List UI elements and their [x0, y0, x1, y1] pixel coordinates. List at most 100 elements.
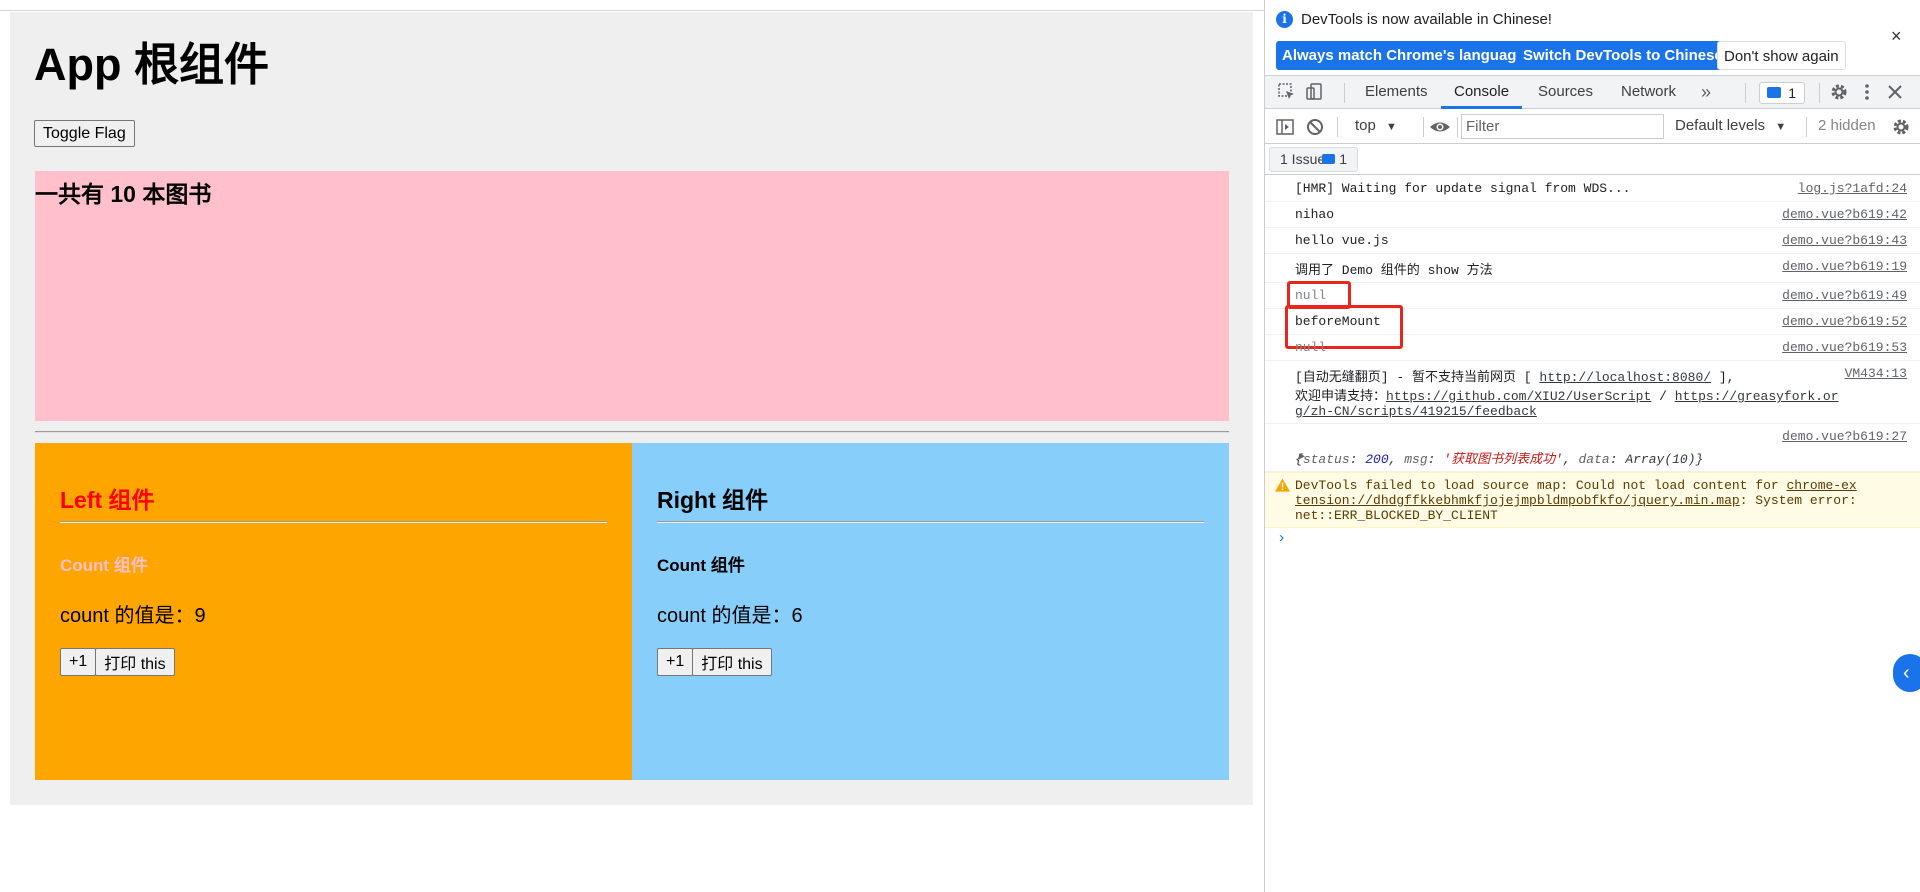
right-divider — [657, 521, 1204, 523]
greasyfork-link-continued[interactable]: g/zh-CN/scripts/419215/feedback — [1295, 404, 1537, 419]
issues-badge-count: 1 — [1788, 85, 1796, 101]
warning-prefix: DevTools failed to load source map: Coul… — [1295, 478, 1779, 493]
page-top-divider — [0, 10, 1264, 11]
link-separator: / — [1659, 389, 1667, 404]
left-count-value: count 的值是：9 — [60, 605, 206, 627]
books-box: 一共有 10 本图书 — [35, 171, 1229, 421]
issues-button-count: 1 — [1339, 151, 1348, 167]
left-plus-one-button[interactable]: +1 — [60, 648, 97, 676]
greasyfork-link[interactable]: https://greasyfork.or — [1675, 389, 1839, 404]
infobar-text: DevTools is now available in Chinese! — [1301, 11, 1552, 28]
tab-elements[interactable]: Elements — [1365, 76, 1428, 109]
live-expression-eye-icon[interactable] — [1429, 117, 1451, 142]
toolbar-separator — [1344, 83, 1345, 103]
source-link[interactable]: log.js?1afd:24 — [1798, 181, 1907, 196]
show-sidebar-icon[interactable] — [1275, 117, 1295, 142]
console-message: null demo.vue?b619:53 — [1265, 335, 1920, 361]
hidden-messages-count: 2 hidden — [1818, 117, 1876, 134]
right-plus-one-button[interactable]: +1 — [657, 648, 694, 676]
message-prefix: [自动无缝翻页] - 暂不支持当前网页 [ — [1295, 370, 1532, 385]
context-selector[interactable]: top ▼ — [1355, 117, 1397, 134]
object-key: data — [1578, 452, 1610, 467]
context-value: top — [1355, 117, 1376, 134]
source-link[interactable]: demo.vue?b619:52 — [1782, 314, 1907, 329]
console-message: hello vue.js demo.vue?b619:43 — [1265, 228, 1920, 254]
source-link[interactable]: demo.vue?b619:42 — [1782, 207, 1907, 222]
device-toolbar-icon[interactable] — [1305, 82, 1325, 107]
console-message: demo.vue?b619:27 ▶ {status: 200, msg: '获… — [1265, 424, 1920, 472]
main-divider — [35, 431, 1229, 433]
message-text-line3: g/zh-CN/scripts/419215/feedback — [1295, 404, 1920, 419]
source-link[interactable]: demo.vue?b619:27 — [1782, 429, 1907, 444]
source-link[interactable]: demo.vue?b619:49 — [1782, 288, 1907, 303]
tab-sources[interactable]: Sources — [1538, 76, 1593, 109]
console-messages: [HMR] Waiting for update signal from WDS… — [1265, 176, 1920, 552]
source-link[interactable]: demo.vue?b619:53 — [1782, 340, 1907, 355]
devtools-panel: i DevTools is now available in Chinese! … — [1264, 0, 1920, 892]
source-map-link[interactable]: chrome-ex — [1787, 478, 1857, 493]
console-message: [自动无缝翻页] - 暂不支持当前网页 [ http://localhost:8… — [1265, 361, 1920, 424]
issue-message-icon — [1322, 154, 1336, 164]
books-count-text: 一共有 10 本图书 — [35, 181, 212, 207]
source-link[interactable]: demo.vue?b619:19 — [1782, 259, 1907, 274]
issues-row: 1 Issue: 1 — [1265, 145, 1920, 175]
message-text-line2: 欢迎申请支持：https://github.com/XIU2/UserScrip… — [1295, 385, 1920, 404]
dont-show-again-button[interactable]: Don't show again — [1717, 41, 1846, 70]
issue-message-icon — [1767, 87, 1781, 98]
more-options-icon[interactable] — [1857, 82, 1877, 107]
message-line2-prefix: 欢迎申请支持： — [1295, 389, 1387, 404]
app-root: App 根组件 Toggle Flag 一共有 10 本图书 Left 组件 C… — [10, 12, 1253, 805]
tab-network[interactable]: Network — [1621, 76, 1676, 109]
close-icon[interactable]: × — [1891, 26, 1902, 46]
expand-triangle-icon[interactable]: ▶ — [1299, 451, 1305, 463]
settings-gear-icon[interactable] — [1829, 82, 1849, 107]
github-link[interactable]: https://github.com/XIU2/UserScript — [1386, 389, 1651, 404]
always-match-language-button[interactable]: Always match Chrome's language — [1276, 41, 1531, 70]
info-icon: i — [1276, 11, 1293, 28]
dropdown-arrow-icon: ▼ — [1386, 121, 1397, 133]
localhost-link[interactable]: http://localhost:8080/ — [1539, 370, 1711, 385]
close-devtools-icon[interactable] — [1885, 82, 1905, 107]
language-infobar: i DevTools is now available in Chinese! … — [1265, 0, 1920, 76]
inspect-element-icon[interactable] — [1277, 82, 1297, 107]
console-prompt[interactable]: › — [1265, 528, 1920, 552]
object-value: 200 — [1365, 452, 1389, 467]
collapse-sidebar-icon[interactable]: ‹ — [1893, 654, 1920, 692]
filter-input[interactable] — [1461, 114, 1664, 139]
toggle-flag-button[interactable]: Toggle Flag — [34, 120, 135, 147]
issues-counter-badge[interactable]: 1 — [1759, 82, 1805, 104]
right-component: Right 组件 Count 组件 count 的值是：6 +1 打印 this — [632, 443, 1229, 780]
tab-console[interactable]: Console — [1441, 76, 1523, 109]
object-key: status — [1302, 452, 1350, 467]
console-message: nihao demo.vue?b619:42 — [1265, 202, 1920, 228]
left-divider — [60, 521, 607, 523]
left-print-this-button[interactable]: 打印 this — [95, 648, 175, 676]
object-preview[interactable]: ▶ {status: 200, msg: '获取图书列表成功', data: A… — [1295, 448, 1920, 467]
issues-button[interactable]: 1 Issue: 1 — [1269, 147, 1359, 172]
toolbar-separator — [1745, 83, 1746, 103]
source-link[interactable]: demo.vue?b619:43 — [1782, 233, 1907, 248]
app-title: App 根组件 — [34, 39, 269, 90]
right-print-this-button[interactable]: 打印 this — [692, 648, 772, 676]
devtools-tabbar: Elements Console Sources Network » 1 — [1265, 76, 1920, 109]
dropdown-arrow-icon: ▼ — [1775, 121, 1787, 133]
source-map-link-continued[interactable]: tension://dhdgffkkebhmkfjojejmpbldmpobfk… — [1295, 493, 1740, 508]
right-count-title: Count 组件 — [657, 556, 745, 575]
right-count-buttons: +1 打印 this — [657, 648, 772, 676]
console-settings-gear-icon[interactable] — [1891, 117, 1911, 142]
switch-to-chinese-button[interactable]: Switch DevTools to Chinese — [1517, 41, 1729, 70]
toolbar-separator — [1819, 83, 1820, 103]
right-count-value: count 的值是：6 — [657, 605, 803, 627]
source-link[interactable]: VM434:13 — [1845, 366, 1907, 381]
warning-icon — [1275, 478, 1290, 492]
message-suffix: ], — [1718, 370, 1735, 385]
levels-value: Default levels — [1675, 117, 1766, 134]
message-text: [自动无缝翻页] - 暂不支持当前网页 [ http://localhost:8… — [1295, 366, 1920, 385]
toolbar-separator — [1806, 117, 1807, 137]
log-levels-dropdown[interactable]: Default levels ▼ — [1675, 117, 1786, 134]
clear-console-icon[interactable] — [1305, 117, 1325, 142]
more-tabs-icon[interactable]: » — [1701, 76, 1711, 109]
toolbar-separator — [1423, 117, 1424, 137]
left-count-buttons: +1 打印 this — [60, 648, 175, 676]
left-title: Left 组件 — [60, 487, 155, 513]
